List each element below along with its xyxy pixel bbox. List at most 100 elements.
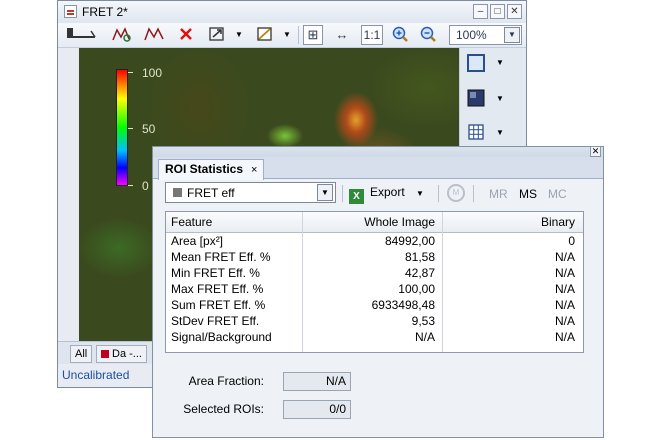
table-row[interactable]: Min FRET Eff. % 42,87 N/A <box>166 265 583 281</box>
zoom-reset-button[interactable]: 1:1 <box>361 25 383 45</box>
channel-tabs: All Da -... <box>58 341 154 364</box>
table-row[interactable]: Max FRET Eff. % 100,00 N/A <box>166 281 583 297</box>
table-row[interactable]: Area [px²] 84992,00 0 <box>166 233 583 249</box>
colorbar <box>116 69 128 186</box>
image-window-titlebar[interactable]: FRET 2* – □ ✕ <box>58 1 526 24</box>
cell-binary: N/A <box>554 314 575 328</box>
column-header-whole-image[interactable]: Whole Image <box>303 212 435 232</box>
colorbar-tick <box>128 185 133 186</box>
cell-binary: N/A <box>554 266 575 280</box>
toolbar-separator <box>342 185 343 202</box>
series-select[interactable]: FRET eff ▼ <box>165 182 336 203</box>
channel-color-swatch <box>101 350 109 358</box>
column-header-feature[interactable]: Feature <box>171 212 212 232</box>
cell-binary: N/A <box>554 282 575 296</box>
colorbar-tick <box>128 128 133 129</box>
area-fraction-field: N/A <box>283 372 351 391</box>
cell-feature: Area [px²] <box>171 234 224 248</box>
zoom-in-icon[interactable] <box>390 25 410 45</box>
selected-rois-label: Selected ROIs: <box>183 402 264 416</box>
panel-drag-strip[interactable] <box>153 147 603 157</box>
image-window-title: FRET 2* <box>82 5 128 19</box>
zoom-out-icon[interactable] <box>418 25 438 45</box>
roi-statistics-panel: ✕ ROI Statistics × FRET eff ▼ X Export ▼ M… <box>152 146 604 438</box>
export-dropdown-arrow-icon[interactable]: ▼ <box>416 189 424 198</box>
series-select-value: FRET eff <box>187 186 235 200</box>
table-row[interactable]: Sum FRET Eff. % 6933498,48 N/A <box>166 297 583 313</box>
cell-whole-image: 6933498,48 <box>371 298 435 312</box>
ms-button[interactable]: MS <box>519 187 537 201</box>
tab-channel[interactable]: Da -... <box>96 345 147 363</box>
minimize-button[interactable]: – <box>473 4 488 19</box>
area-fraction-label: Area Fraction: <box>188 374 264 388</box>
rectangle-dropdown-arrow-icon[interactable]: ▼ <box>496 58 504 67</box>
profile-icon[interactable] <box>142 25 166 45</box>
lut-dropdown-arrow-icon[interactable]: ▼ <box>282 25 292 45</box>
statistics-table: Feature Whole Image Binary Area [px²] 84… <box>165 211 584 353</box>
selected-rois-field: 0/0 <box>283 400 351 419</box>
tab-all[interactable]: All <box>70 345 93 363</box>
tab-roi-statistics-label: ROI Statistics <box>165 162 244 176</box>
rectangle-roi-icon[interactable] <box>466 53 486 73</box>
fit-to-window-icon[interactable]: ⊞ <box>303 25 323 45</box>
colorbar-tick <box>128 72 133 73</box>
cell-whole-image: 42,87 <box>404 266 435 280</box>
grid-icon[interactable] <box>466 122 486 142</box>
grid-dropdown-arrow-icon[interactable]: ▼ <box>496 128 504 137</box>
cell-feature: Max FRET Eff. % <box>171 282 264 296</box>
colorbar-label-max: 100 <box>142 66 163 80</box>
export-dropdown-arrow-icon[interactable]: ▼ <box>234 25 244 45</box>
table-row[interactable]: Signal/Background N/A N/A <box>166 329 583 345</box>
zoom-dropdown-arrow-icon[interactable]: ▼ <box>504 27 520 43</box>
colorbar-label-mid: 50 <box>142 122 156 136</box>
fit-width-icon[interactable]: ↔ <box>332 25 352 45</box>
excel-icon: X <box>349 189 364 204</box>
panel-tabbar: ROI Statistics × <box>153 157 603 180</box>
document-icon <box>64 5 77 18</box>
panel-close-icon[interactable]: ✕ <box>590 146 601 157</box>
series-color-swatch <box>173 188 182 197</box>
mr-button[interactable]: MR <box>489 187 508 201</box>
tab-channel-label: Da -... <box>112 348 142 360</box>
clear-profile-icon[interactable] <box>174 25 198 45</box>
tab-roi-statistics[interactable]: ROI Statistics × <box>158 159 265 180</box>
export-view-icon[interactable] <box>206 25 228 45</box>
cell-whole-image: 9,53 <box>411 314 435 328</box>
mc-button[interactable]: MC <box>548 187 567 201</box>
cell-feature: StDev FRET Eff. <box>171 314 260 328</box>
table-row[interactable]: StDev FRET Eff. 9,53 N/A <box>166 313 583 329</box>
channel-tool-icon[interactable] <box>64 25 98 45</box>
color-fill-icon[interactable] <box>466 88 486 108</box>
calibration-status-link[interactable]: Uncalibrated <box>62 368 129 382</box>
toolbar-separator <box>473 185 474 202</box>
cell-feature: Mean FRET Eff. % <box>171 250 271 264</box>
lut-curve-icon[interactable] <box>254 25 276 45</box>
color-dropdown-arrow-icon[interactable]: ▼ <box>496 94 504 103</box>
cell-whole-image: 84992,00 <box>384 234 435 248</box>
table-header: Feature Whole Image Binary <box>166 212 583 233</box>
mask-disabled-icon[interactable]: M <box>447 184 465 202</box>
close-button[interactable]: ✕ <box>507 4 522 19</box>
cell-binary: N/A <box>554 298 575 312</box>
zoom-select[interactable]: 100% ▼ <box>449 25 522 45</box>
export-button[interactable]: X Export ▼ <box>349 182 424 204</box>
cell-binary: 0 <box>568 234 575 248</box>
tab-close-icon[interactable]: × <box>251 164 257 176</box>
series-dropdown-arrow-icon[interactable]: ▼ <box>317 184 333 201</box>
roi-toolbar: FRET eff ▼ X Export ▼ M MR MS MC <box>153 179 603 207</box>
cell-feature: Signal/Background <box>171 330 272 344</box>
cell-whole-image: N/A <box>414 330 435 344</box>
profile-fit-icon[interactable] <box>110 25 134 45</box>
cell-whole-image: 81,58 <box>404 250 435 264</box>
colorbar-label-min: 0 <box>142 179 149 193</box>
cell-binary: N/A <box>554 250 575 264</box>
table-row[interactable]: Mean FRET Eff. % 81,58 N/A <box>166 249 583 265</box>
cell-feature: Min FRET Eff. % <box>171 266 260 280</box>
column-header-binary[interactable]: Binary <box>444 212 575 232</box>
maximize-button[interactable]: □ <box>490 4 505 19</box>
zoom-value: 100% <box>456 28 487 42</box>
cell-feature: Sum FRET Eff. % <box>171 298 266 312</box>
export-label: Export <box>370 185 405 199</box>
cell-whole-image: 100,00 <box>398 282 435 296</box>
toolbar-separator <box>298 26 299 44</box>
